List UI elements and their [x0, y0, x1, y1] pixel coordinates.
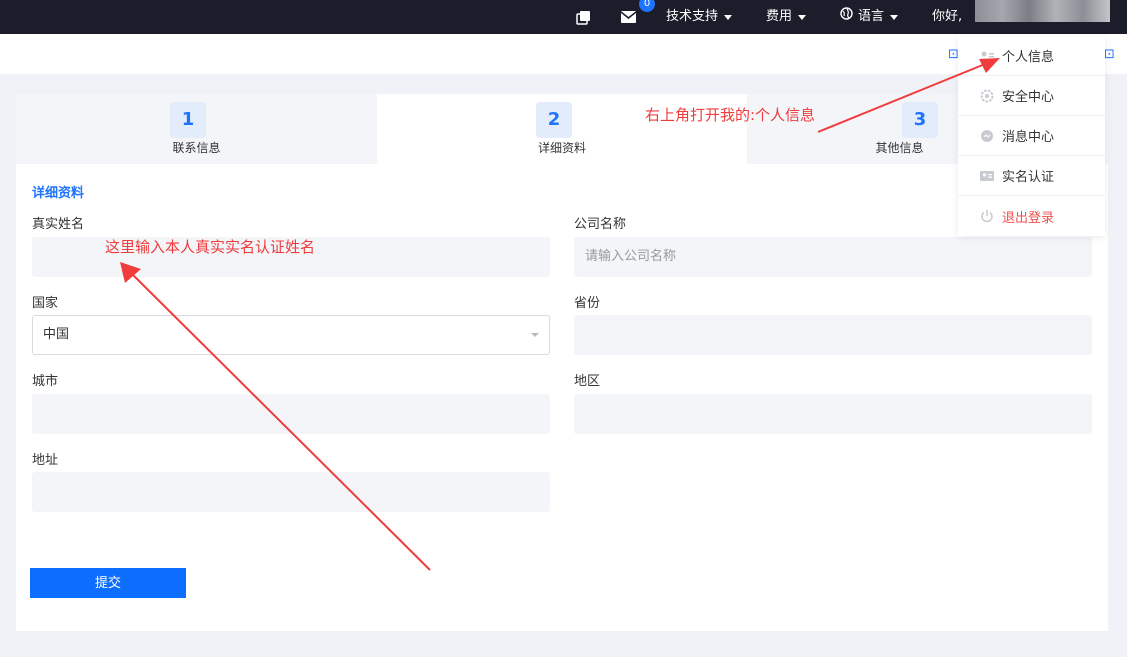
step-label: 详细资料	[537, 141, 586, 155]
chevron-down-icon	[890, 14, 899, 20]
step-contact-info[interactable]: 1 联系信息	[16, 94, 377, 164]
chevron-down-icon	[724, 14, 733, 20]
top-navbar: 0 技术支持 费用 语言 你好,	[0, 0, 1127, 34]
step-label: 联系信息	[172, 141, 221, 155]
step-number: 2	[536, 102, 572, 138]
id-card-icon	[980, 169, 994, 183]
blurred-username	[975, 0, 1110, 22]
country-select[interactable]: 中国	[32, 315, 550, 355]
province-label: 省份	[574, 296, 601, 311]
menu-item-label: 消息中心	[1002, 130, 1055, 145]
caret-down-icon	[531, 333, 539, 337]
section-title: 详细资料	[32, 186, 85, 201]
fees-label: 费用	[766, 9, 793, 24]
step-number: 1	[170, 102, 206, 138]
province-input[interactable]	[574, 315, 1092, 355]
annotation-name-hint: 这里输入本人真实实名认证姓名	[105, 238, 316, 256]
real-name-label: 真实姓名	[32, 217, 85, 232]
user-card-icon	[980, 49, 994, 63]
copy-icon[interactable]	[576, 0, 591, 34]
annotation-top-right: 右上角打开我的:个人信息	[645, 106, 816, 124]
menu-item-security-center[interactable]: 安全中心	[958, 76, 1105, 116]
tech-support-menu[interactable]: 技术支持	[666, 0, 733, 34]
user-dropdown-menu: 个人信息 安全中心 消息中心 实名认证 退出登录	[958, 36, 1105, 236]
menu-item-message-center[interactable]: 消息中心	[958, 116, 1105, 156]
tech-support-label: 技术支持	[666, 9, 719, 24]
address-input[interactable]	[32, 472, 550, 512]
company-input[interactable]: 请输入公司名称	[574, 237, 1092, 277]
menu-item-label: 退出登录	[1002, 210, 1055, 226]
chevron-down-icon	[798, 14, 807, 20]
district-label: 地区	[574, 374, 601, 389]
power-icon	[980, 209, 994, 223]
country-value: 中国	[43, 327, 70, 342]
menu-item-logout[interactable]: 退出登录	[958, 196, 1105, 236]
step-tabs: 1 联系信息 2 详细资料 3 其他信息	[16, 94, 1108, 164]
fees-menu[interactable]: 费用	[766, 0, 807, 34]
company-label: 公司名称	[574, 217, 627, 232]
menu-item-label: 实名认证	[1002, 170, 1055, 185]
user-greeting[interactable]: 你好,	[932, 0, 962, 34]
partial-icon: ⊡	[1104, 47, 1115, 62]
mail-button[interactable]: 0	[621, 0, 655, 34]
menu-item-real-name-auth[interactable]: 实名认证	[958, 156, 1105, 196]
mail-icon	[621, 11, 636, 23]
menu-item-label: 安全中心	[1002, 90, 1055, 105]
menu-item-personal-info[interactable]: 个人信息	[958, 36, 1105, 76]
language-menu[interactable]: 语言	[840, 0, 899, 34]
globe-icon	[840, 7, 853, 27]
greeting-label: 你好,	[932, 9, 963, 24]
city-label: 城市	[32, 374, 59, 389]
notification-badge: 0	[639, 0, 655, 12]
step-number: 3	[902, 102, 938, 138]
submit-button[interactable]: 提交	[30, 568, 186, 598]
city-input[interactable]	[32, 394, 550, 434]
district-input[interactable]	[574, 394, 1092, 434]
address-label: 地址	[32, 453, 59, 468]
gear-icon	[980, 89, 994, 103]
country-label: 国家	[32, 296, 59, 311]
menu-item-label: 个人信息	[1002, 50, 1055, 65]
message-icon	[980, 129, 994, 143]
language-label: 语言	[858, 9, 885, 24]
